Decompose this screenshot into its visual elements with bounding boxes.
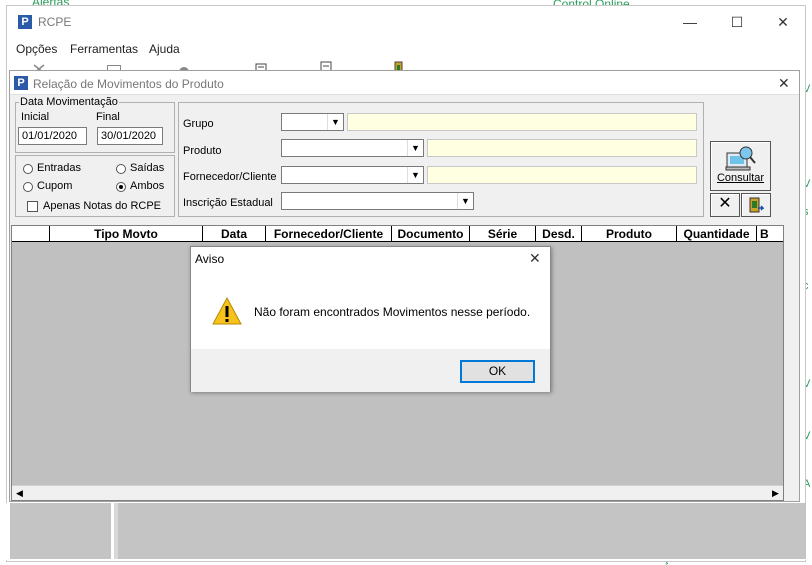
chevron-down-icon[interactable]: ▼ — [407, 167, 423, 183]
radio-ambos[interactable] — [116, 182, 126, 192]
ok-button[interactable]: OK — [460, 360, 535, 383]
dialog-title: Aviso — [195, 252, 225, 266]
grid-col-desd[interactable]: Desd. — [536, 226, 582, 242]
radio-saidas[interactable] — [116, 164, 126, 174]
radio-saidas-label: Saídas — [130, 162, 165, 174]
grupo-description-field — [347, 113, 697, 131]
status-area — [6, 503, 806, 560]
grid-col-selector — [12, 226, 50, 242]
menu-opcoes[interactable]: Opções — [16, 42, 57, 56]
clear-filter-button[interactable]: ✕ — [710, 193, 740, 217]
inscricao-label: Inscrição Estadual — [183, 197, 273, 209]
radio-entradas[interactable] — [23, 164, 33, 174]
grid-col-serie[interactable]: Série — [470, 226, 536, 242]
dialog-message: Não foram encontrados Movimentos nesse p… — [254, 305, 531, 319]
status-panel-left — [10, 503, 111, 559]
grid-col-quantidade[interactable]: Quantidade — [677, 226, 757, 242]
produto-select[interactable]: ▼ — [281, 139, 424, 157]
grid-col-b[interactable]: B — [757, 226, 783, 242]
grid-col-data[interactable]: Data — [203, 226, 266, 242]
grid-col-fornecedor[interactable]: Fornecedor/Cliente — [266, 226, 392, 242]
movimentos-close-button[interactable]: ✕ — [778, 75, 790, 92]
fornecedor-select[interactable]: ▼ — [281, 166, 424, 184]
dialog-close-button[interactable]: ✕ — [529, 250, 541, 267]
consultar-button[interactable]: Consultar — [710, 141, 771, 191]
close-button[interactable]: ✕ — [768, 12, 798, 32]
chevron-down-icon[interactable]: ▼ — [407, 140, 423, 156]
scroll-right-icon[interactable]: ▶ — [768, 486, 783, 500]
menu-ajuda[interactable]: Ajuda — [149, 42, 180, 56]
fornecedor-description-field — [427, 166, 697, 184]
apenas-notas-label: Apenas Notas do RCPE — [43, 200, 162, 212]
child-logo-icon: P — [14, 76, 28, 90]
date-group-legend: Data Movimentação — [19, 96, 119, 108]
initial-date-input[interactable]: 01/01/2020 — [18, 127, 87, 145]
minimize-button[interactable]: — — [675, 12, 705, 32]
status-panel-right — [118, 503, 806, 559]
aviso-dialog: Aviso ✕ Não foram encontrados Movimentos… — [190, 246, 551, 392]
grid-horizontal-scrollbar[interactable]: ◀ ▶ — [12, 485, 783, 500]
chevron-down-icon[interactable]: ▼ — [457, 193, 473, 209]
grid-col-tipo-movto[interactable]: Tipo Movto — [50, 226, 203, 242]
movimentos-title: Relação de Movimentos do Produto — [33, 77, 224, 91]
produto-description-field — [427, 139, 697, 157]
final-date-label: Final — [96, 111, 120, 123]
produto-label: Produto — [183, 145, 222, 157]
final-date-input[interactable]: 30/01/2020 — [97, 127, 163, 145]
grid-col-documento[interactable]: Documento — [392, 226, 470, 242]
grid-col-produto[interactable]: Produto — [582, 226, 677, 242]
warning-icon — [212, 296, 242, 325]
grid-header: Tipo Movto Data Fornecedor/Cliente Docum… — [12, 226, 783, 242]
main-window-title: RCPE — [38, 15, 72, 29]
movimentos-titlebar: P Relação de Movimentos do Produto ✕ — [10, 71, 799, 95]
scroll-left-icon[interactable]: ◀ — [12, 486, 27, 500]
apenas-notas-checkbox[interactable] — [27, 201, 38, 212]
consultar-label: Consultar — [716, 172, 765, 184]
exit-window-button[interactable] — [741, 193, 771, 217]
chevron-down-icon[interactable]: ▼ — [327, 114, 343, 130]
main-titlebar: P RCPE — ☐ ✕ — [7, 6, 805, 38]
radio-cupom[interactable] — [23, 182, 33, 192]
menu-ferramentas[interactable]: Ferramentas — [70, 42, 138, 56]
inscricao-select[interactable]: ▼ — [281, 192, 474, 210]
grupo-select[interactable]: ▼ — [281, 113, 344, 131]
radio-cupom-label: Cupom — [37, 180, 73, 192]
grupo-label: Grupo — [183, 118, 214, 130]
fornecedor-label: Fornecedor/Cliente — [183, 171, 277, 183]
radio-entradas-label: Entradas — [37, 162, 82, 174]
radio-ambos-label: Ambos — [130, 180, 165, 192]
exit-door-icon — [749, 197, 765, 213]
initial-date-label: Inicial — [21, 111, 50, 123]
menu-bar: Opções Ferramentas Ajuda — [7, 39, 805, 61]
computer-search-icon — [725, 146, 756, 171]
maximize-button[interactable]: ☐ — [722, 12, 752, 32]
clear-icon: ✕ — [718, 195, 732, 212]
rcpe-logo-icon: P — [18, 15, 32, 29]
